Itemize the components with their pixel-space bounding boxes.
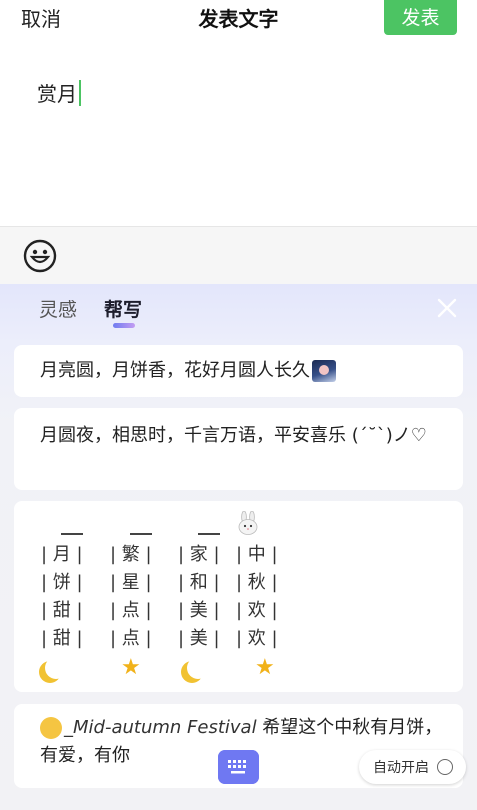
tab-inspiration[interactable]: 灵感 bbox=[39, 295, 77, 322]
poem-char: 秋 bbox=[247, 572, 266, 593]
poem-char: 饼 bbox=[52, 572, 71, 593]
active-tab-indicator bbox=[113, 323, 136, 328]
suggestion-text: 月亮圆，月饼香，花好月圆人长久 bbox=[40, 357, 336, 385]
poem-char: 繁 bbox=[121, 544, 140, 565]
rabbit-emoji bbox=[238, 511, 258, 535]
auto-open-toggle[interactable]: 自动开启 bbox=[359, 750, 466, 784]
emoji-toolbar bbox=[0, 226, 477, 285]
poem-char: 点 bbox=[121, 600, 140, 621]
tab-help-write-label: 帮写 bbox=[104, 299, 143, 321]
poem-char: 欢 bbox=[247, 600, 266, 621]
suggestion-text: 月圆夜，相思时，千言万语，平安喜乐 (ˊ˘ˋ)ノ♡ bbox=[40, 425, 427, 446]
poem-column-cap bbox=[61, 533, 83, 535]
poem-char: 家 bbox=[189, 544, 208, 565]
full-moon-emoji bbox=[40, 717, 62, 739]
keyboard-icon[interactable] bbox=[218, 750, 259, 784]
crescent-moon-emoji bbox=[187, 657, 209, 679]
text-caret bbox=[79, 79, 81, 106]
poem-char: 月 bbox=[52, 544, 71, 565]
poem-char: 甜 bbox=[52, 600, 71, 621]
poem-column-cap bbox=[130, 533, 152, 535]
assistant-tabs: 灵感 帮写 bbox=[39, 295, 169, 328]
editor-text: 赏月 bbox=[37, 82, 77, 106]
star-emoji: ★ bbox=[121, 655, 141, 680]
smiley-icon[interactable] bbox=[23, 239, 57, 273]
crescent-moon-emoji bbox=[45, 657, 67, 679]
auto-open-label: 自动开启 bbox=[373, 760, 429, 776]
poem-char: 甜 bbox=[52, 628, 71, 649]
suggestion-card[interactable]: 月亮圆，月饼香，花好月圆人长久 bbox=[14, 345, 463, 397]
poem-char: 点 bbox=[121, 628, 140, 649]
top-bar: 取消 发表文字 发表 bbox=[0, 0, 477, 40]
poem-char: 美 bbox=[189, 628, 208, 649]
poem-char: 中 bbox=[247, 544, 266, 565]
moon-photo-emoji bbox=[312, 360, 336, 382]
text-editor[interactable]: 赏月 bbox=[37, 78, 81, 107]
tab-help-write[interactable]: 帮写 bbox=[104, 295, 143, 328]
poem-char: 星 bbox=[121, 572, 140, 593]
poem-char: 欢 bbox=[247, 628, 266, 649]
publish-button[interactable]: 发表 bbox=[384, 0, 457, 35]
suggestion-card[interactable]: 月圆夜，相思时，千言万语，平安喜乐 (ˊ˘ˋ)ノ♡ bbox=[14, 408, 463, 490]
poem-char: 美 bbox=[189, 600, 208, 621]
poem-char: 和 bbox=[189, 572, 208, 593]
star-emoji: ★ bbox=[255, 655, 275, 680]
poem-column-cap bbox=[198, 533, 220, 535]
radio-icon bbox=[437, 759, 453, 775]
close-icon[interactable] bbox=[436, 297, 458, 319]
